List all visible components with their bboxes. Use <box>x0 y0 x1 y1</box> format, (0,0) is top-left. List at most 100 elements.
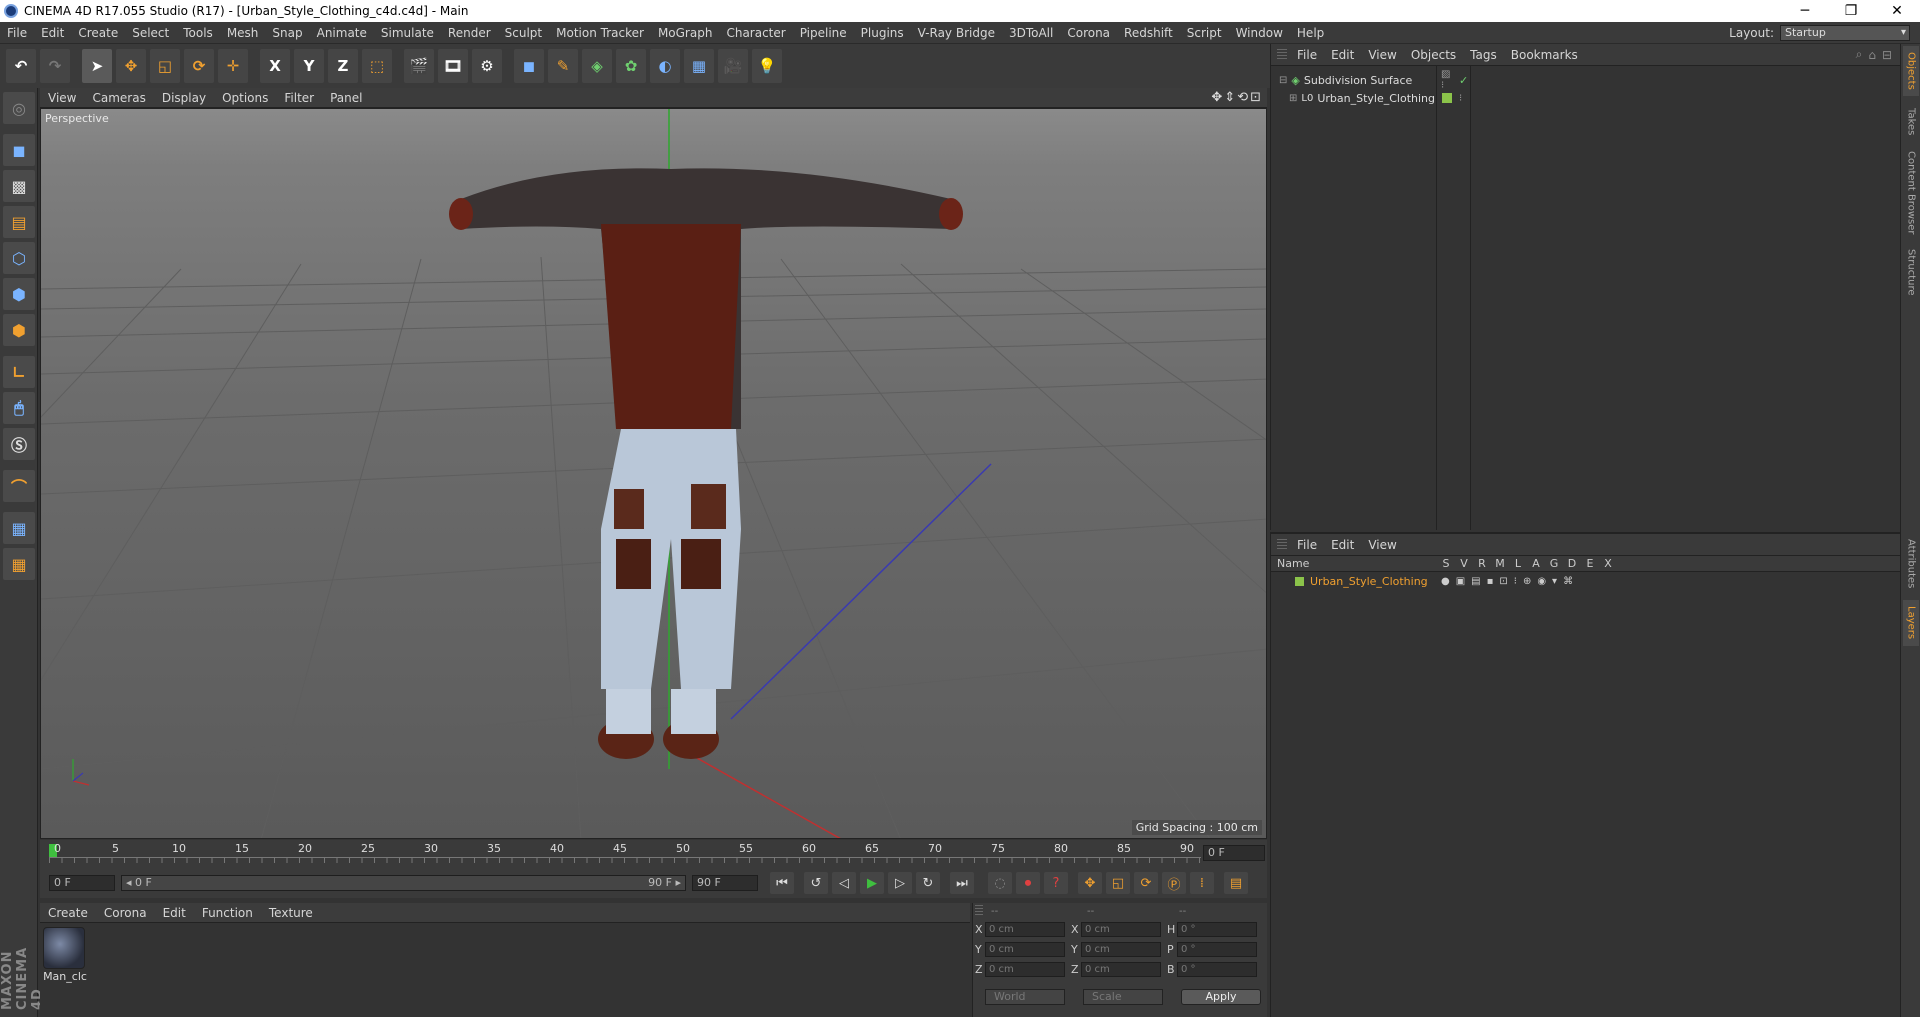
y-axis-lock-button[interactable]: Y <box>294 49 324 83</box>
viewport-menu-view[interactable]: View <box>40 91 84 105</box>
key-position-icon[interactable]: ✥ <box>1078 872 1102 894</box>
size-z-field[interactable]: 0 cm <box>1081 962 1161 977</box>
points-mode-icon[interactable]: ⬡ <box>3 242 35 274</box>
menu-redshift[interactable]: Redshift <box>1117 26 1180 40</box>
layer-row[interactable]: Urban_Style_Clothing ●▣▤▪⊡⁝⊕◉▾⌘ <box>1271 572 1900 590</box>
subdivision-surface-icon[interactable]: ◈ <box>582 49 612 83</box>
tab-structure[interactable]: Structure <box>1903 244 1919 300</box>
object-row-urban-style-clothing[interactable]: ⊞ L0 Urban_Style_Clothing ⁝ <box>1289 89 1462 107</box>
render-picture-viewer-icon[interactable]: 🎞 <box>438 49 468 83</box>
autokeying-icon[interactable]: ? <box>1044 872 1068 894</box>
layout-select[interactable]: Startup <box>1780 24 1910 41</box>
menu-file[interactable]: File <box>0 26 34 40</box>
material-menu-texture[interactable]: Texture <box>261 906 321 920</box>
polygons-mode-icon[interactable]: ⬢ <box>3 314 35 346</box>
key-parameter-icon[interactable]: Ⓟ <box>1162 872 1186 894</box>
menu-plugins[interactable]: Plugins <box>854 26 911 40</box>
frame-range-slider[interactable]: ◂ 0 F 90 F ▸ <box>121 875 686 891</box>
size-y-field[interactable]: 0 cm <box>1081 942 1161 957</box>
viewport-navigation-icons[interactable]: ✥⇕⟲⊡ <box>1211 90 1263 105</box>
go-to-end-icon[interactable]: ⏭ <box>950 872 974 894</box>
material-swatch[interactable]: Man_clc <box>43 927 87 983</box>
obj-menu-file[interactable]: File <box>1290 48 1324 62</box>
texture-mode-icon[interactable]: ▩ <box>3 170 35 202</box>
menu-character[interactable]: Character <box>719 26 792 40</box>
previous-frame-icon[interactable]: ◁ <box>832 872 856 894</box>
menu-create[interactable]: Create <box>71 26 125 40</box>
tab-layers[interactable]: Layers <box>1903 600 1919 646</box>
obj-menu-tags[interactable]: Tags <box>1463 48 1504 62</box>
start-frame-field[interactable]: 0 F <box>49 875 115 891</box>
layer-menu-edit[interactable]: Edit <box>1324 538 1361 552</box>
rotation-b-field[interactable]: 0 ° <box>1177 962 1257 977</box>
tree-expand-icon[interactable]: ⊞ <box>1289 93 1297 104</box>
obj-menu-bookmarks[interactable]: Bookmarks <box>1504 48 1585 62</box>
menu-select[interactable]: Select <box>125 26 176 40</box>
record-keys-off-icon[interactable]: ◌ <box>988 872 1012 894</box>
end-frame-field[interactable]: 90 F <box>692 875 758 891</box>
material-menu-create[interactable]: Create <box>40 906 96 920</box>
redo-icon[interactable]: ↷ <box>40 49 70 83</box>
object-row-subdivision-surface[interactable]: ⊟ ◈ Subdivision Surface ▨ ⁝ ✓ <box>1279 69 1468 91</box>
close-button[interactable]: ✕ <box>1874 3 1920 19</box>
menu-edit[interactable]: Edit <box>34 26 71 40</box>
cube-primitive-icon[interactable]: ◼ <box>514 49 544 83</box>
position-y-field[interactable]: 0 cm <box>985 942 1065 957</box>
camera-icon[interactable]: 🎥 <box>718 49 748 83</box>
key-rotation-icon[interactable]: ⟳ <box>1134 872 1158 894</box>
viewport-menu-display[interactable]: Display <box>154 91 214 105</box>
tweak-mode-icon[interactable]: 🖱 <box>3 392 35 424</box>
next-frame-icon[interactable]: ▷ <box>888 872 912 894</box>
workplane-mode-icon[interactable]: ▤ <box>3 206 35 238</box>
size-x-field[interactable]: 0 cm <box>1081 922 1161 937</box>
coordinate-mode-select[interactable]: World <box>985 989 1065 1005</box>
layer-color-tag-icon[interactable] <box>1442 93 1452 103</box>
apply-button[interactable]: Apply <box>1181 989 1261 1005</box>
tab-attributes[interactable]: Attributes <box>1903 534 1919 594</box>
tab-objects[interactable]: Objects <box>1903 46 1919 96</box>
timeline-window-icon[interactable]: ▤ <box>1224 872 1248 894</box>
rotation-p-field[interactable]: 0 ° <box>1177 942 1257 957</box>
menu-3dtoall[interactable]: 3DToAll <box>1002 26 1060 40</box>
layer-menu-file[interactable]: File <box>1290 538 1324 552</box>
menu-sculpt[interactable]: Sculpt <box>498 26 549 40</box>
panel-grip-icon[interactable] <box>1277 538 1287 551</box>
current-frame-field[interactable]: 0 F <box>1203 845 1265 861</box>
layer-menu-view[interactable]: View <box>1361 538 1403 552</box>
go-to-start-icon[interactable]: ⏮ <box>770 872 794 894</box>
menu-corona[interactable]: Corona <box>1060 26 1117 40</box>
play-icon[interactable]: ▶ <box>860 872 884 894</box>
menu-vray-bridge[interactable]: V-Ray Bridge <box>911 26 1002 40</box>
menu-window[interactable]: Window <box>1229 26 1290 40</box>
enabled-check-icon[interactable]: ✓ <box>1459 74 1468 87</box>
rotation-h-field[interactable]: 0 ° <box>1177 922 1257 937</box>
menu-mesh[interactable]: Mesh <box>220 26 266 40</box>
obj-menu-edit[interactable]: Edit <box>1324 48 1361 62</box>
viewport-menu-options[interactable]: Options <box>214 91 276 105</box>
search-icon[interactable]: ⌕ <box>1856 47 1863 62</box>
coordinate-system-icon[interactable]: ⬚ <box>362 49 392 83</box>
edit-render-toggle-icon[interactable]: ▨ ⁝ <box>1441 69 1450 91</box>
render-view-icon[interactable]: 🎬 <box>404 49 434 83</box>
z-axis-lock-button[interactable]: Z <box>328 49 358 83</box>
menu-snap[interactable]: Snap <box>265 26 309 40</box>
menu-pipeline[interactable]: Pipeline <box>793 26 854 40</box>
axis-mode-icon[interactable]: ∟ <box>3 356 35 388</box>
deformer-icon[interactable]: ◐ <box>650 49 680 83</box>
x-axis-lock-button[interactable]: X <box>260 49 290 83</box>
layer-color-swatch[interactable] <box>1295 576 1304 586</box>
tab-content-browser[interactable]: Content Browser <box>1903 148 1919 238</box>
position-z-field[interactable]: 0 cm <box>985 962 1065 977</box>
magnet-icon[interactable]: ⌒ <box>3 470 35 502</box>
tree-collapse-icon[interactable]: ⊟ <box>1279 75 1287 86</box>
menu-help[interactable]: Help <box>1290 26 1331 40</box>
size-mode-select[interactable]: Scale <box>1083 989 1163 1005</box>
menu-animate[interactable]: Animate <box>310 26 374 40</box>
snap-icon[interactable]: Ⓢ <box>3 428 35 460</box>
layer-flag-icons[interactable]: ●▣▤▪⊡⁝⊕◉▾⌘ <box>1441 576 1579 587</box>
obj-menu-objects[interactable]: Objects <box>1404 48 1463 62</box>
transform-icon[interactable]: ✛ <box>218 49 248 83</box>
menu-script[interactable]: Script <box>1180 26 1229 40</box>
move-icon[interactable]: ✥ <box>116 49 146 83</box>
home-icon[interactable]: ⌂ <box>1868 48 1876 62</box>
